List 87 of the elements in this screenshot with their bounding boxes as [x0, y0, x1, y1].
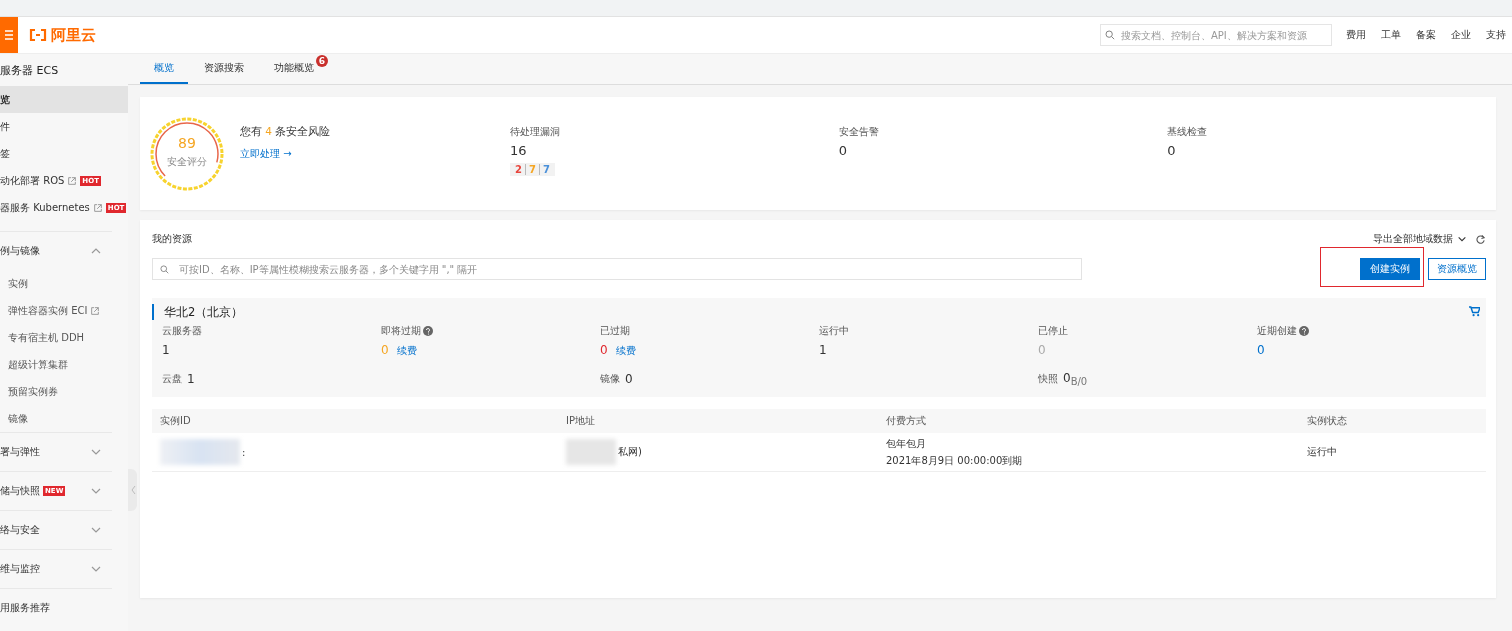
table-cell: :: [242, 446, 246, 458]
tab[interactable]: 概览: [140, 54, 188, 84]
search-field[interactable]: 可按ID、名称、IP等属性模糊搜索云服务器，多个关键字用 "," 隔开: [152, 258, 1082, 281]
column-header: IP地址: [566, 414, 596, 429]
handle-now-link[interactable]: 立即处理 →: [240, 147, 292, 161]
severity-count: 7: [538, 164, 553, 175]
sidebar-item[interactable]: 弹性容器实例 ECI: [0, 297, 128, 324]
cart-icon[interactable]: [1469, 306, 1480, 317]
score-value: 89: [177, 134, 197, 151]
stat-value: 0: [381, 343, 389, 357]
stat-label: 云服务器: [162, 324, 202, 338]
chevron-down-icon: [1457, 234, 1467, 244]
redaction-blur: [566, 439, 616, 466]
column-header: 付费方式: [886, 414, 927, 429]
sidebar-title: 服务器 ECS: [0, 62, 60, 79]
stat-label: 近期创建: [1257, 324, 1309, 338]
sidebar-item[interactable]: 览: [0, 86, 128, 113]
stat-label: 运行中: [819, 324, 849, 338]
total-value: 1: [187, 372, 195, 387]
external-link-icon: [92, 202, 103, 213]
sidebar-item[interactable]: 用服务推荐: [0, 588, 112, 627]
section-title: 我的资源: [152, 232, 192, 246]
stat-label: 已停止: [1038, 324, 1068, 338]
stat-value: 16: [510, 143, 528, 158]
stat-label: 即将过期: [381, 324, 433, 338]
sidebar-item[interactable]: 镜像: [0, 405, 128, 432]
stat-value: 1: [819, 343, 827, 357]
total-value: 0: [625, 372, 633, 387]
stat-value: 0: [600, 343, 608, 357]
stat-value: 0: [1167, 143, 1177, 158]
renew-link[interactable]: 续费: [615, 344, 636, 358]
menu-icon: [5, 30, 13, 40]
sidebar-section[interactable]: 维与监控: [0, 549, 112, 588]
sidebar-item[interactable]: 签: [0, 140, 128, 167]
external-link-icon: [90, 305, 101, 316]
severity-count: 7: [524, 164, 539, 175]
stat-value: 0: [838, 143, 848, 158]
stat-label: 安全告警: [838, 125, 880, 139]
tab[interactable]: 资源搜索: [190, 54, 258, 84]
risk-summary: 您有 4 条安全风险: [240, 125, 332, 139]
table-cell-text: 包年包月: [886, 436, 927, 451]
severity-count: 2: [514, 164, 523, 175]
header-link[interactable]: 费用: [1346, 28, 1366, 42]
stat-label: 基线检查: [1167, 125, 1209, 139]
header-link[interactable]: 企业: [1451, 28, 1471, 42]
total-label: 快照: [1038, 372, 1058, 387]
logo-icon: [28, 27, 48, 43]
sidebar-item[interactable]: 实例: [0, 270, 128, 297]
column-header: 实例ID: [160, 414, 192, 429]
stat-value: 0: [1038, 343, 1046, 357]
sidebar-item[interactable]: 专有宿主机 DDH: [0, 324, 128, 351]
tab[interactable]: 功能概览 6: [260, 54, 328, 84]
sidebar-section[interactable]: 例与镜像: [0, 231, 112, 270]
sidebar-item[interactable]: 件: [0, 113, 128, 140]
sidebar-section[interactable]: 署与弹性: [0, 432, 112, 471]
create-instance-button[interactable]: 创建实例: [1360, 258, 1420, 280]
header-link[interactable]: 工单: [1381, 28, 1401, 42]
stat-label: 已过期: [600, 324, 630, 338]
search-icon: [1105, 29, 1115, 40]
header-link[interactable]: 支持: [1486, 28, 1506, 42]
sidebar-section[interactable]: 络与安全: [0, 510, 112, 549]
menu-button[interactable]: [0, 17, 18, 53]
sidebar-item[interactable]: 超级计算集群: [0, 351, 128, 378]
score-label: 安全评分: [166, 154, 208, 169]
header-link[interactable]: 备案: [1416, 28, 1436, 42]
stat-value: 0: [1257, 343, 1265, 357]
search-icon: [160, 264, 169, 274]
column-header: 实例状态: [1307, 414, 1348, 429]
logo-text: 阿里云: [51, 25, 96, 45]
overview-button[interactable]: 资源概览: [1428, 258, 1486, 280]
search-field[interactable]: 搜索文档、控制台、API、解决方案和资源: [1100, 24, 1332, 47]
collapse-handle[interactable]: [128, 469, 137, 511]
refresh-icon[interactable]: [1475, 233, 1486, 245]
total-label: 镜像: [600, 372, 620, 387]
total-value: 0$_{B/0}$: [1063, 371, 1088, 388]
stat-value: 1: [162, 343, 170, 357]
table-cell: 私网): [618, 445, 642, 460]
external-link-icon: [67, 175, 78, 186]
total-label: 云盘: [162, 372, 182, 387]
export-dropdown[interactable]: 导出全部地域数据: [1373, 232, 1467, 246]
renew-link[interactable]: 续费: [396, 344, 417, 358]
stat-label: 待处理漏洞: [510, 125, 561, 139]
table-cell-text: 运行中: [1307, 445, 1338, 460]
sidebar-item[interactable]: 预留实例券: [0, 378, 128, 405]
chevron-left-icon: [129, 485, 136, 495]
count-badge: 6: [316, 55, 328, 67]
table-cell-text: 2021年8月9日 00:00:00到期: [886, 453, 1024, 468]
